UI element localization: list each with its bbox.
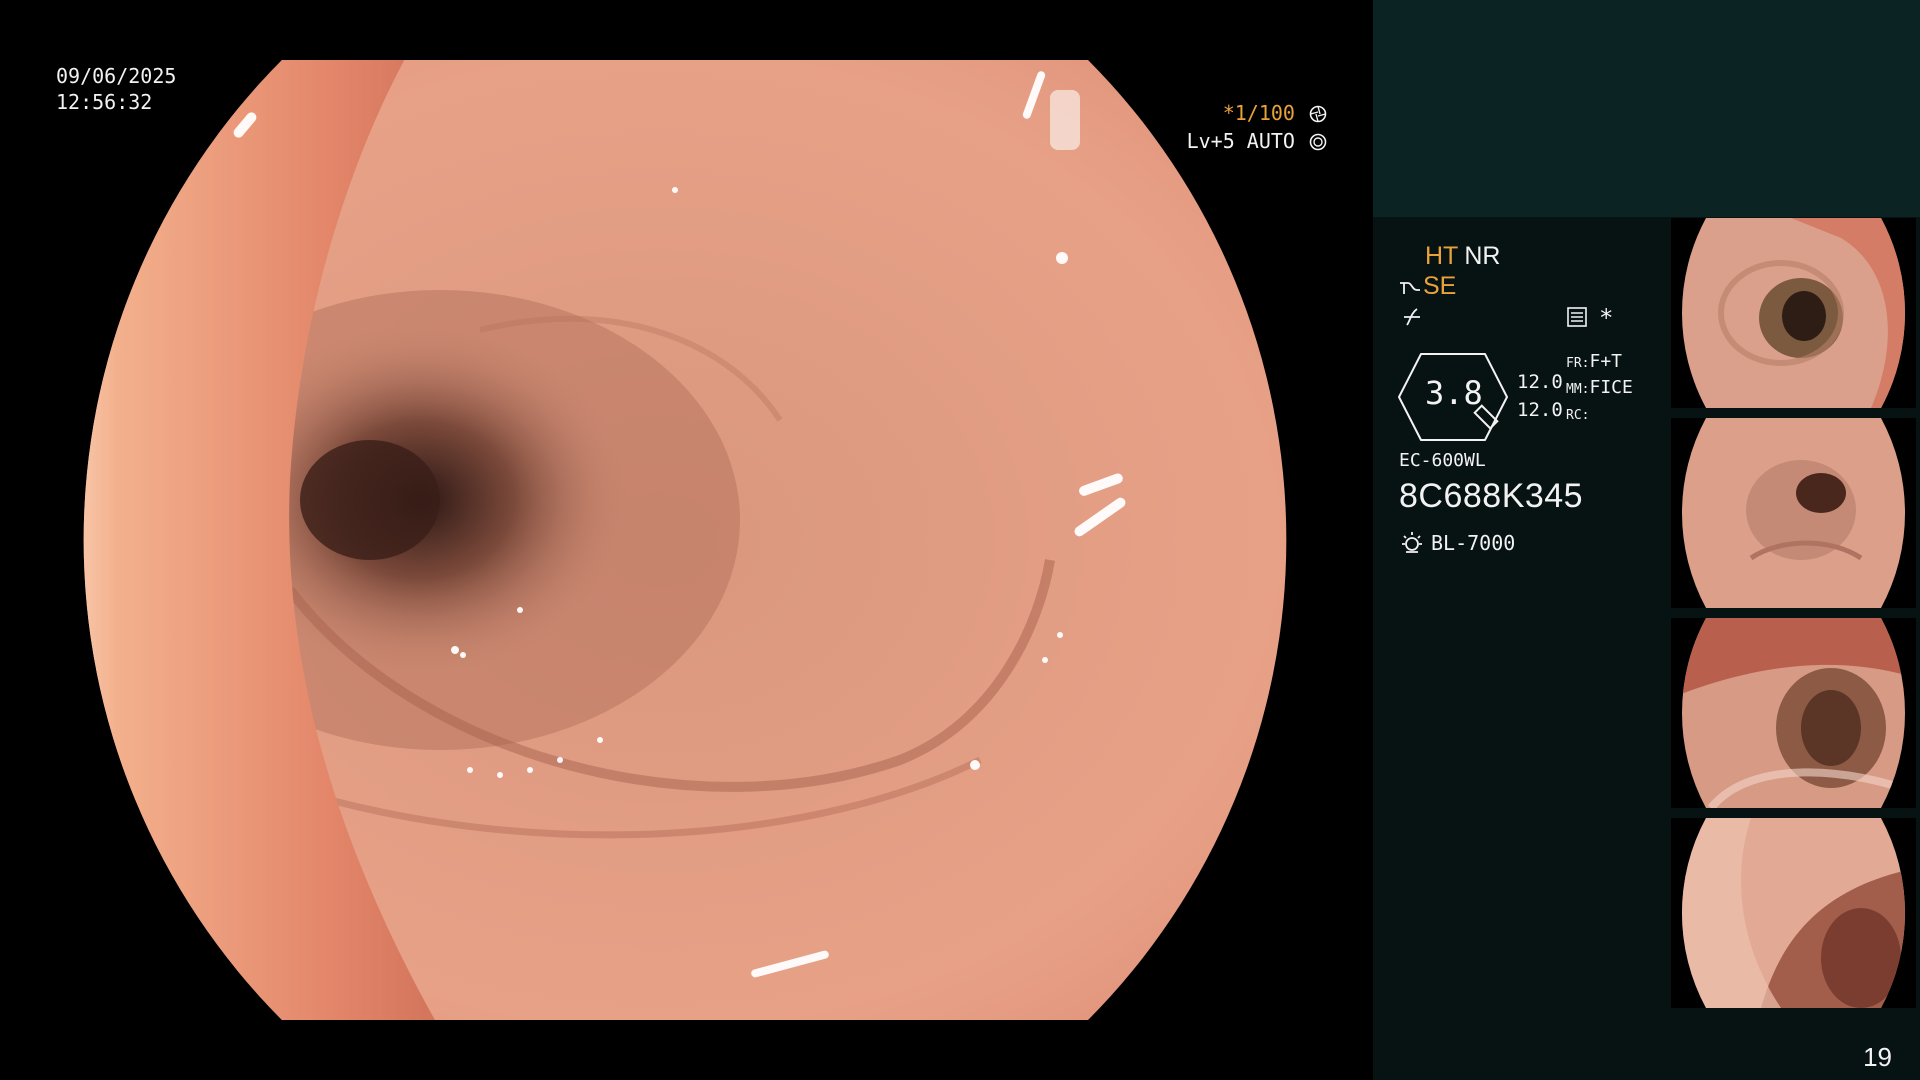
nr-label: NR	[1464, 242, 1501, 270]
auto-iris-icon	[1309, 133, 1327, 151]
thumbnail-2[interactable]	[1671, 418, 1916, 608]
mode-settings: FR:F+T MM:FICE RC:	[1566, 350, 1633, 428]
fr-value: F+T	[1589, 351, 1622, 372]
light-source: BL-7000	[1399, 530, 1515, 556]
shutter-speed: *1/100	[1222, 101, 1295, 125]
mm-value: FICE	[1589, 377, 1633, 398]
star-indicator: *	[1599, 304, 1614, 332]
rc-label: RC:	[1566, 408, 1590, 423]
structure-enhance-indicator: SE	[1399, 272, 1456, 301]
setting-value-1: 12.0	[1517, 371, 1563, 393]
endoscopy-image	[83, 60, 1287, 1020]
thumbnail-3[interactable]	[1671, 618, 1916, 808]
light-source-model: BL-7000	[1431, 531, 1516, 555]
date-time-overlay: 09/06/2025 12:56:32	[56, 63, 176, 115]
info-panel: HT NR SE * 3.8 12.0 12.0 FR:F+T MM:FICE R…	[1373, 0, 1920, 1080]
thumbnail-image	[1681, 818, 1906, 1008]
thumbnail-4[interactable]	[1671, 818, 1916, 1008]
page-number: 19	[1863, 1042, 1892, 1072]
thumbnail-image	[1681, 218, 1906, 408]
ht-label: HT	[1425, 242, 1459, 270]
zoom-value: 3.8	[1425, 374, 1483, 412]
endoscopy-viewport: 09/06/2025 12:56:32 *1/100 Lv+5 AUTO	[0, 0, 1372, 1080]
enhancement-icon	[1404, 308, 1420, 326]
time-text: 12:56:32	[56, 90, 153, 114]
light-source-icon	[1402, 532, 1422, 553]
shutter-icon	[1309, 105, 1327, 123]
scope-model: EC-600WL	[1399, 450, 1486, 471]
brightness-level: Lv+5 AUTO	[1186, 129, 1295, 153]
thumbnail-image	[1681, 618, 1906, 808]
setting-value-2: 12.0	[1517, 399, 1563, 421]
scope-serial: 8C688K345	[1399, 477, 1584, 515]
date-text: 09/06/2025	[56, 64, 177, 88]
exposure-overlay: *1/100 Lv+5 AUTO	[1187, 99, 1327, 155]
fr-label: FR:	[1566, 356, 1590, 371]
ht-nr-indicator: HT NR	[1425, 242, 1500, 271]
thumbnail-image	[1681, 418, 1906, 608]
structure-enhance-icon	[1400, 282, 1420, 294]
thumbnail-1[interactable]	[1671, 218, 1916, 408]
memo-icon	[1567, 307, 1587, 327]
mm-label: MM:	[1566, 382, 1590, 397]
se-label: SE	[1423, 272, 1457, 300]
setting-values: 12.0 12.0	[1517, 368, 1563, 424]
panel-header-area	[1373, 0, 1920, 217]
